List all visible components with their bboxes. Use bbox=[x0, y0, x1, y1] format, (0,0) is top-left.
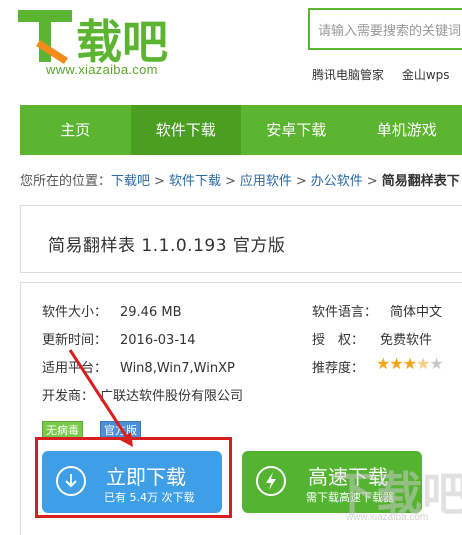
platform-row: 适用平台： Win8,Win7,WinXP bbox=[42, 357, 235, 376]
software-title: 简易翻样表 1.1.0.193 官方版 bbox=[48, 236, 286, 256]
language-row: 软件语言： 简体中文 bbox=[312, 301, 442, 320]
star-icon: ★ bbox=[429, 354, 443, 373]
breadcrumb-link[interactable]: 软件下载 bbox=[169, 174, 221, 189]
developer-label: 开发商： bbox=[42, 389, 95, 404]
svg-text:载吧: 载吧 bbox=[76, 15, 168, 69]
breadcrumb-separator: > bbox=[224, 174, 236, 189]
language-label: 软件语言： bbox=[312, 305, 378, 320]
main-nav: 主页 软件下载 安卓下载 单机游戏 bbox=[20, 105, 462, 155]
quick-link[interactable]: 金山wps bbox=[402, 68, 450, 82]
breadcrumb-link[interactable]: 下载吧 bbox=[111, 174, 150, 189]
updated-row: 更新时间： 2016-03-14 bbox=[42, 329, 196, 348]
logo-url[interactable]: www.xiazaiba.com bbox=[46, 62, 158, 77]
breadcrumb: 您所在的位置：下载吧 > 软件下载 > 应用软件 > 办公软件 > 简易翻样表下 bbox=[20, 170, 460, 189]
nav-item-games[interactable]: 单机游戏 bbox=[352, 105, 462, 155]
rating-label: 推荐度： bbox=[312, 361, 365, 376]
star-icon: ★ bbox=[376, 354, 390, 373]
license-label: 授 权： bbox=[312, 333, 365, 348]
updated-label: 更新时间： bbox=[42, 333, 108, 348]
nav-item-android[interactable]: 安卓下载 bbox=[241, 105, 352, 155]
quick-link[interactable]: 腾讯电脑管家 bbox=[312, 68, 384, 82]
license-value: 免费软件 bbox=[380, 333, 433, 348]
size-row: 软件大小： 29.46 MB bbox=[42, 301, 181, 320]
watermark-url: www.xiazaiba.com bbox=[346, 512, 429, 523]
watermark: 下载吧 bbox=[330, 467, 462, 521]
star-icon: ★ bbox=[389, 354, 403, 373]
breadcrumb-link[interactable]: 办公软件 bbox=[311, 174, 363, 189]
breadcrumb-link[interactable]: 应用软件 bbox=[240, 174, 292, 189]
license-row: 授 权： 免费软件 bbox=[312, 329, 432, 348]
search-input[interactable]: 请输入需要搜索的关键词 bbox=[308, 8, 462, 50]
platform-value: Win8,Win7,WinXP bbox=[120, 361, 235, 376]
rating-stars: ★★★★★ bbox=[376, 354, 444, 373]
developer-row: 开发商： 广联达软件股份有限公司 bbox=[42, 385, 243, 404]
site-header: 载吧 www.xiazaiba.com 请输入需要搜索的关键词 腾讯电脑管家 金… bbox=[0, 0, 462, 100]
developer-value: 广联达软件股份有限公司 bbox=[100, 389, 244, 404]
breadcrumb-prefix: 您所在的位置： bbox=[20, 174, 112, 189]
quick-links: 腾讯电脑管家 金山wps F bbox=[312, 66, 462, 83]
platform-label: 适用平台： bbox=[42, 361, 108, 376]
rating-row: 推荐度： bbox=[312, 357, 364, 376]
breadcrumb-separator: > bbox=[366, 174, 378, 189]
nav-item-software[interactable]: 软件下载 bbox=[130, 105, 241, 155]
size-value: 29.46 MB bbox=[120, 305, 182, 320]
updated-value: 2016-03-14 bbox=[120, 333, 196, 348]
star-icon: ★ bbox=[416, 354, 430, 373]
breadcrumb-separator: > bbox=[295, 174, 307, 189]
language-value: 简体中文 bbox=[390, 305, 443, 320]
nav-item-home[interactable]: 主页 bbox=[20, 105, 131, 155]
highlight-box bbox=[35, 437, 232, 518]
lightning-icon bbox=[256, 466, 286, 496]
star-icon: ★ bbox=[402, 354, 417, 373]
breadcrumb-current: 简易翻样表下 bbox=[381, 174, 460, 189]
breadcrumb-separator: > bbox=[154, 174, 165, 189]
size-label: 软件大小： bbox=[42, 305, 108, 320]
